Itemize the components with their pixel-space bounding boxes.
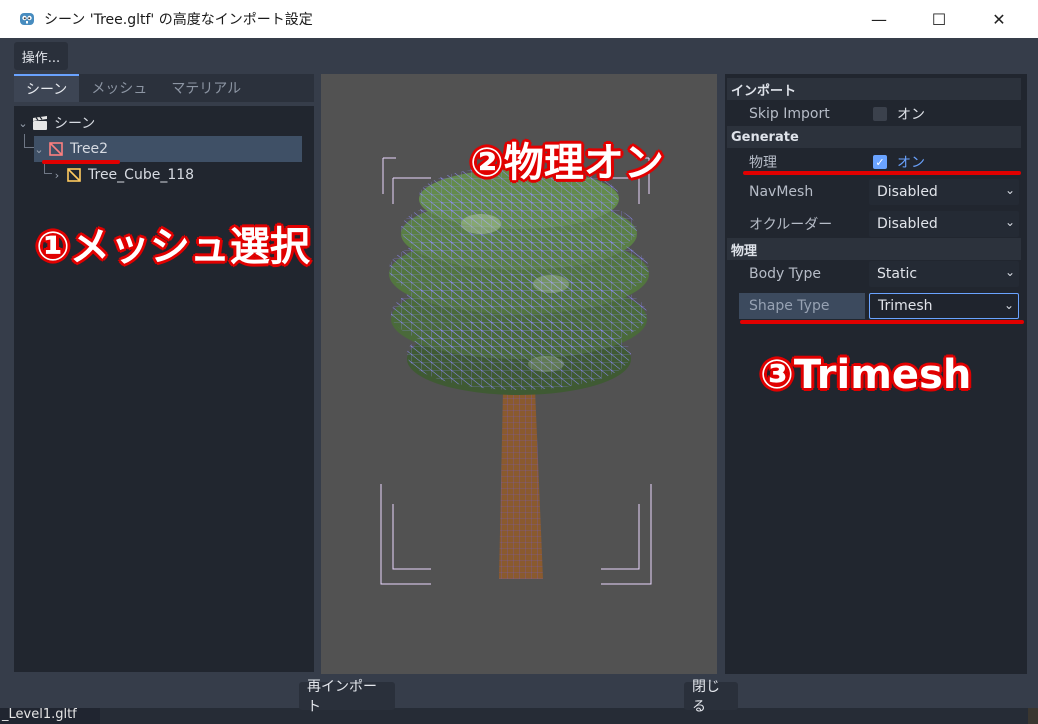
expand-icon[interactable]: ⌄	[34, 143, 44, 156]
skip-import-value: オン	[897, 107, 925, 123]
body-type-label: Body Type	[749, 266, 821, 282]
scene-tree: ⌄ シーン ⌄ Tree2 › Tree_Cube_118	[14, 106, 314, 672]
physics-value: オン	[897, 155, 925, 171]
maximize-button[interactable]: ☐	[916, 0, 962, 38]
physics-label: 物理	[749, 155, 777, 171]
shape-type-label: Shape Type	[739, 293, 865, 319]
tree-connector	[24, 134, 34, 148]
collapsed-icon[interactable]: ›	[52, 169, 62, 182]
navmesh-select[interactable]: Disabled ⌄	[869, 179, 1019, 205]
body-type-select[interactable]: Static ⌄	[869, 261, 1019, 287]
tree-item-scene[interactable]: ⌄ シーン	[18, 110, 298, 136]
godot-icon	[20, 13, 34, 25]
annotation-trimesh: ③Trimesh	[760, 352, 972, 398]
occluder-row: オクルーダー Disabled ⌄	[727, 210, 1021, 238]
navmesh-value: Disabled	[877, 184, 938, 200]
section-import: インポート	[727, 78, 1021, 100]
section-physics: 物理	[727, 238, 1021, 260]
checkbox-icon[interactable]	[873, 107, 887, 121]
navmesh-row: NavMesh Disabled ⌄	[727, 178, 1021, 206]
navmesh-label: NavMesh	[749, 184, 814, 200]
minimize-button[interactable]: —	[856, 0, 902, 38]
tree-item-tree2[interactable]: ⌄ Tree2	[34, 136, 302, 162]
tree-item-label: Tree2	[70, 141, 109, 157]
reimport-button[interactable]: 再インポート	[299, 679, 395, 715]
tab-mesh[interactable]: メッシュ	[79, 74, 159, 102]
chevron-down-icon: ⌄	[1004, 265, 1015, 279]
left-tabs: シーン メッシュ マテリアル	[14, 74, 314, 102]
chevron-down-icon: ⌄	[1004, 215, 1015, 229]
chevron-down-icon: ⌄	[1003, 298, 1014, 312]
tree-item-tree-cube[interactable]: › Tree_Cube_118	[52, 162, 292, 188]
window-title: シーン 'Tree.gltf' の高度なインポート設定	[44, 12, 313, 28]
annotation-underline-shape-type	[740, 320, 1024, 324]
shape-type-value: Trimesh	[878, 298, 933, 314]
skip-import-row: Skip Import オン	[727, 100, 1021, 128]
clapperboard-icon	[33, 116, 47, 130]
mesh-instance-icon	[49, 142, 63, 156]
occluder-select[interactable]: Disabled ⌄	[869, 211, 1019, 237]
skip-import-checkbox[interactable]: オン	[865, 101, 1021, 127]
tree-item-label: Tree_Cube_118	[88, 167, 195, 183]
chevron-down-icon: ⌄	[1004, 183, 1015, 197]
body-type-value: Static	[877, 266, 918, 282]
section-generate: Generate	[727, 126, 1021, 148]
annotation-underline-physics	[743, 171, 1021, 175]
annotation-physics-on: ②物理オン	[470, 140, 664, 186]
shape-type-select[interactable]: Trimesh ⌄	[869, 293, 1019, 319]
annotation-mesh-select: ①メッシュ選択	[36, 224, 310, 270]
mesh-icon	[67, 168, 81, 182]
close-window-button[interactable]: ✕	[976, 0, 1022, 38]
body-type-row: Body Type Static ⌄	[727, 260, 1021, 288]
shape-type-row: Shape Type Trimesh ⌄	[727, 292, 1021, 320]
occluder-label: オクルーダー	[749, 217, 833, 233]
occluder-value: Disabled	[877, 216, 938, 232]
background-file-tab[interactable]: _Level1.gltf	[0, 707, 100, 724]
close-button[interactable]: 閉じる	[684, 679, 738, 715]
title-bar: シーン 'Tree.gltf' の高度なインポート設定 — ☐ ✕	[0, 0, 1038, 38]
left-panel: シーン メッシュ マテリアル ⌄ シーン ⌄ Tree2 › Tree_Cube…	[14, 74, 314, 674]
skip-import-label: Skip Import	[749, 106, 830, 122]
tab-scene[interactable]: シーン	[14, 74, 80, 102]
annotation-underline-tree2	[42, 160, 120, 164]
checkmark-icon[interactable]: ✓	[873, 155, 887, 169]
tree-item-label: シーン	[54, 116, 96, 132]
expand-icon[interactable]: ⌄	[18, 117, 28, 130]
operations-button[interactable]: 操作...	[14, 42, 68, 70]
tab-material[interactable]: マテリアル	[159, 74, 253, 102]
